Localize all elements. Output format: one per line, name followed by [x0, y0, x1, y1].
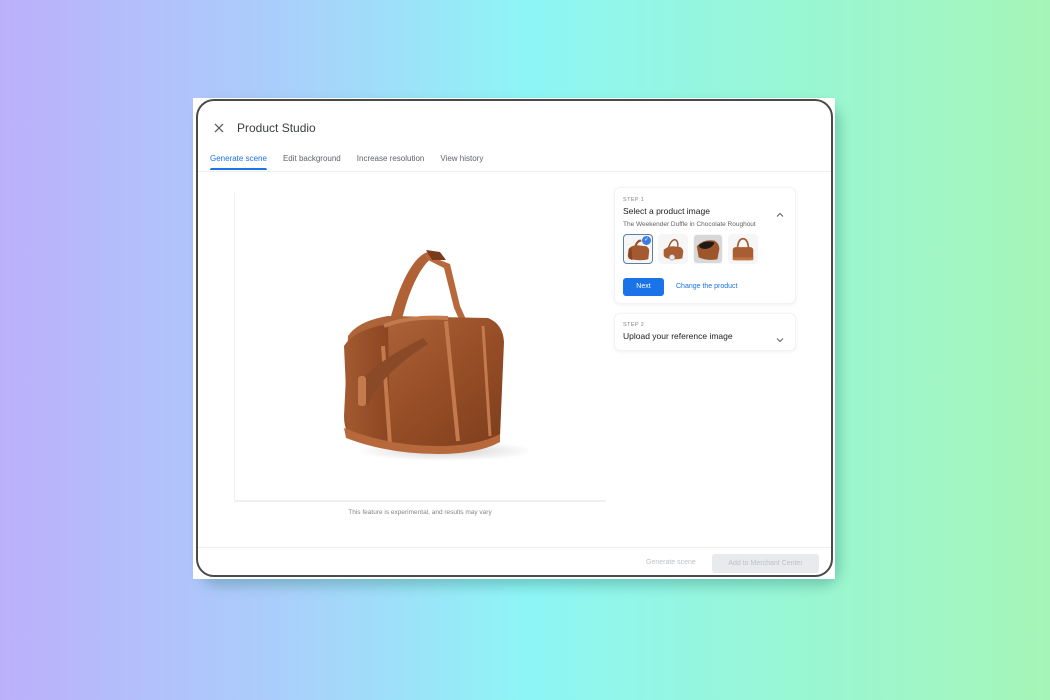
preview-border: [234, 500, 606, 502]
step2-title: Upload your reference image: [623, 331, 733, 341]
thumbnail-duffle-front-angle[interactable]: ✓: [623, 234, 653, 264]
product-image-duffle-bag: [344, 250, 528, 461]
step1-title: Select a product image: [623, 206, 710, 216]
thumbnail-duffle-open-top[interactable]: [693, 234, 723, 264]
title-bar: Product Studio: [198, 101, 831, 151]
tab-bar: Generate scene Edit background Increase …: [210, 153, 499, 170]
generate-scene-button[interactable]: Generate scene: [646, 559, 696, 566]
thumbnail-duffle-side-handles[interactable]: [658, 234, 688, 264]
chevron-up-icon[interactable]: [775, 207, 785, 217]
product-name: The Weekender Duffle in Chocolate Rougho…: [623, 221, 756, 228]
tab-generate-scene[interactable]: Generate scene: [210, 153, 267, 170]
tab-increase-resolution[interactable]: Increase resolution: [357, 153, 425, 170]
thumbnail-list: ✓: [623, 234, 758, 264]
step2-card[interactable]: STEP 2 Upload your reference image: [614, 313, 796, 351]
close-icon[interactable]: [212, 121, 226, 135]
app-title: Product Studio: [237, 121, 316, 135]
footer-divider: [198, 547, 831, 548]
product-studio-window: Product Studio Generate scene Edit backg…: [196, 99, 833, 577]
selected-check-icon: ✓: [642, 236, 651, 245]
experimental-disclaimer: This feature is experimental, and result…: [348, 509, 492, 516]
thumbnail-duffle-straight-front[interactable]: [728, 234, 758, 264]
add-to-merchant-center-button[interactable]: Add to Merchant Center: [712, 554, 819, 573]
step2-label: STEP 2: [623, 322, 645, 328]
next-button[interactable]: Next: [623, 278, 664, 296]
step1-label: STEP 1: [623, 197, 645, 203]
tab-edit-background[interactable]: Edit background: [283, 153, 341, 170]
tab-view-history[interactable]: View history: [440, 153, 483, 170]
preview-border: [234, 193, 235, 501]
step1-card: STEP 1 Select a product image The Weeken…: [614, 187, 796, 304]
change-product-link[interactable]: Change the product: [676, 283, 738, 290]
tabs-divider: [198, 171, 831, 172]
chevron-down-icon[interactable]: [775, 332, 785, 343]
